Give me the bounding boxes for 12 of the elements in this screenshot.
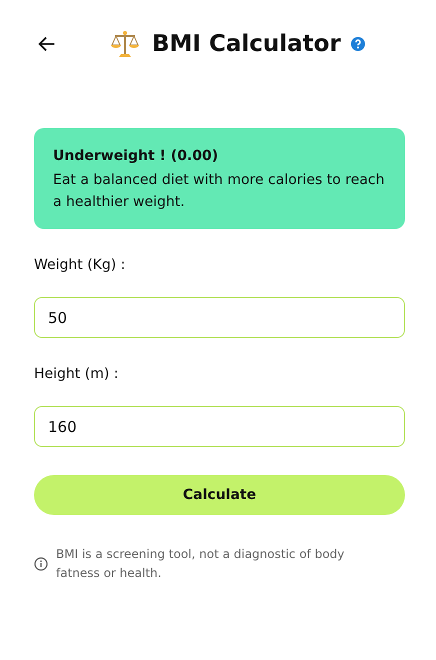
field-label: Height (m) : — [34, 365, 120, 384]
result-title: Underweight ! (0.00) — [53, 147, 220, 166]
help-icon[interactable] — [350, 37, 365, 51]
balance-scale-icon — [110, 29, 140, 59]
input-field[interactable]: 160 — [34, 406, 405, 447]
calculate-button[interactable]: Calculate — [34, 475, 405, 515]
input-field[interactable]: 50 — [34, 297, 405, 338]
field-label: Weight (Kg) : — [34, 256, 126, 275]
info-icon — [34, 557, 48, 571]
result-message: Eat a balanced diet with more calories to reach a healthier weight. — [53, 171, 386, 212]
page-title: BMI Calculator — [152, 31, 341, 57]
disclaimer-text: BMI is a screening tool, not a diagnostic of body fatness or health. — [56, 546, 346, 582]
